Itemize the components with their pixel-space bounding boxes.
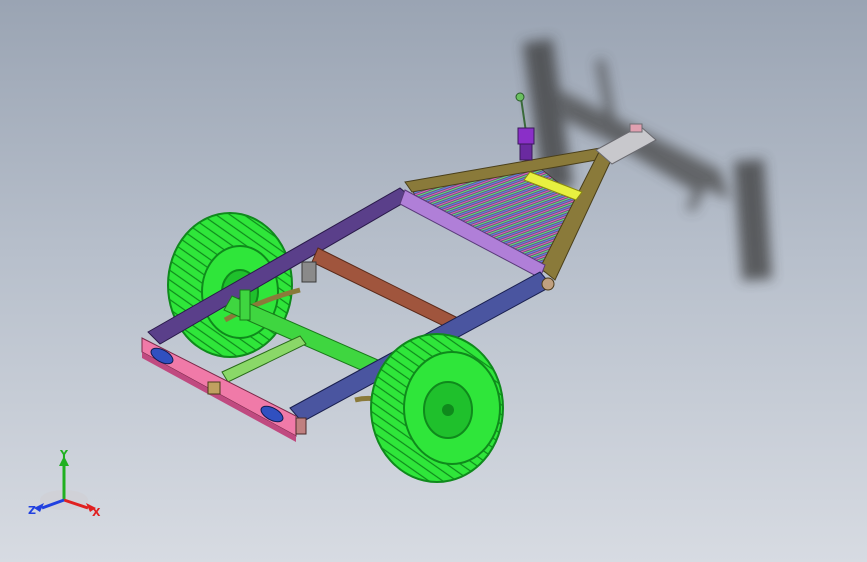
graphics-viewport[interactable]: Y X Z — [0, 0, 867, 562]
right-wheel[interactable] — [370, 333, 504, 483]
z-axis-label: Z — [28, 504, 36, 517]
y-axis-label: Y — [59, 448, 69, 461]
trailer-model[interactable] — [0, 0, 867, 562]
x-axis-label: X — [92, 506, 101, 519]
reference-triad: Y X Z — [24, 448, 104, 528]
mid-cross-member[interactable] — [311, 247, 459, 331]
triad-graphic: Y X Z — [28, 448, 101, 519]
